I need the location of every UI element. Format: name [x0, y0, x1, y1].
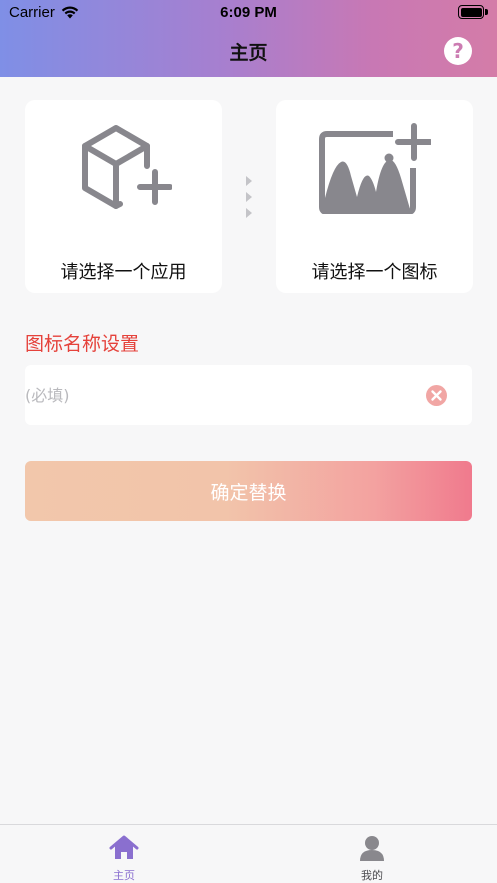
image-plus-icon	[276, 122, 473, 214]
tab-bar: 主页 我的	[0, 824, 497, 883]
clear-input-button[interactable]	[426, 385, 447, 406]
tab-home[interactable]: 主页	[0, 825, 248, 883]
home-icon	[0, 835, 248, 861]
question-circle-icon: ?	[452, 39, 464, 63]
tab-mine[interactable]: 我的	[248, 825, 496, 883]
icon-name-field	[25, 365, 472, 425]
person-icon	[248, 835, 496, 861]
help-button[interactable]: ?	[444, 37, 472, 65]
cube-plus-icon	[25, 122, 222, 214]
icon-name-section-title: 图标名称设置	[25, 333, 140, 355]
select-app-label: 请选择一个应用	[60, 262, 187, 283]
icon-name-input[interactable]	[25, 365, 415, 425]
battery-icon	[458, 5, 488, 20]
confirm-replace-button[interactable]: 确定替换	[25, 461, 472, 521]
triple-chevron-arrows-icon	[244, 176, 254, 220]
select-icon-label: 请选择一个图标	[311, 262, 438, 283]
status-time: 6:09 PM	[220, 4, 277, 21]
select-icon-card[interactable]: 请选择一个图标	[276, 100, 473, 293]
status-bar: Carrier 6:09 PM	[0, 0, 497, 26]
clear-x-circle-icon	[431, 390, 442, 401]
tab-mine-label: 我的	[361, 869, 383, 882]
select-app-card[interactable]: 请选择一个应用	[25, 100, 222, 293]
app-header: Carrier 6:09 PM 主页 ?	[0, 0, 497, 77]
page-title: 主页	[229, 42, 268, 64]
tab-home-label: 主页	[113, 869, 135, 882]
